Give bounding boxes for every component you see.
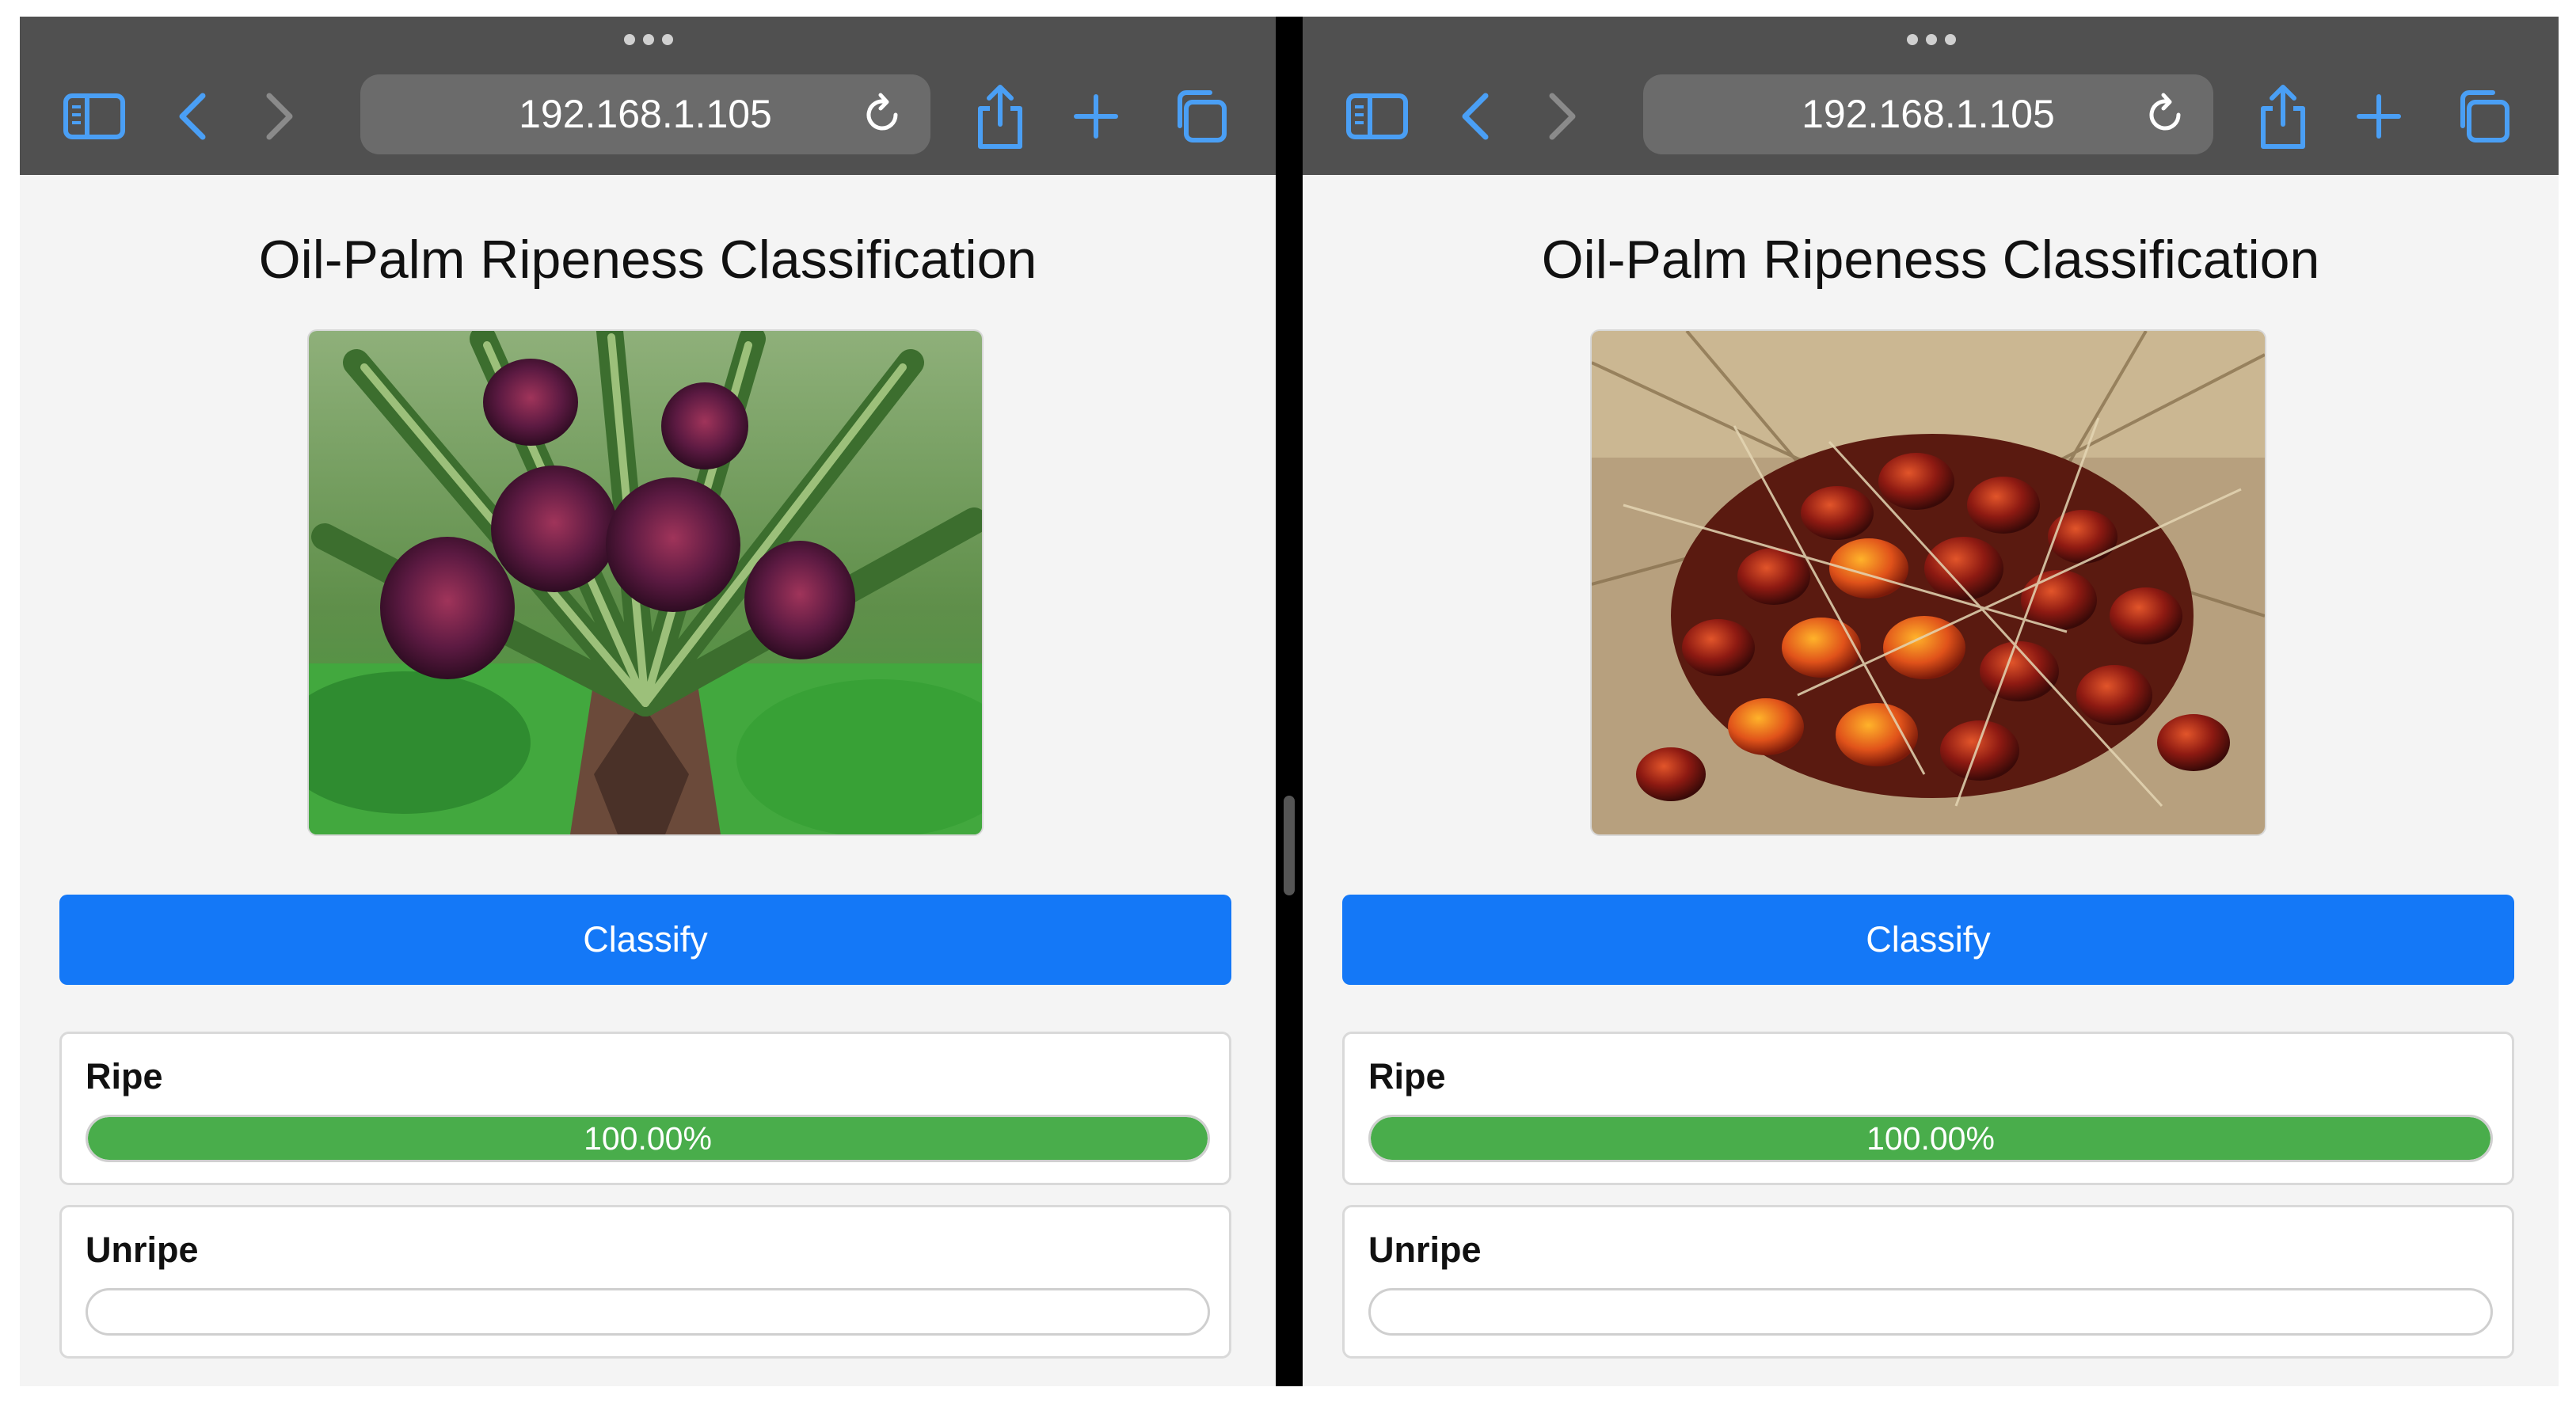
sidebar-icon[interactable] [63, 93, 125, 139]
progress-bar [1368, 1288, 2493, 1336]
progress-percent [88, 1290, 1208, 1333]
result-label: Unripe [86, 1229, 199, 1270]
share-icon[interactable] [2257, 83, 2309, 151]
more-dots-icon[interactable] [624, 32, 673, 48]
result-label: Unripe [1368, 1229, 1482, 1270]
browser-pane-right: 192.168.1.105 Oil-Palm Ripeness Classifi… [1303, 17, 2559, 1386]
progress-percent: 100.00% [1866, 1120, 1995, 1157]
forward-chevron-icon[interactable] [1544, 91, 1581, 142]
progress-bar: 100.00% [86, 1115, 1210, 1162]
page-title: Oil-Palm Ripeness Classification [258, 230, 1037, 290]
tabs-overview-icon[interactable] [1172, 88, 1227, 143]
sidebar-icon[interactable] [1346, 93, 1408, 139]
uploaded-photo [307, 329, 984, 836]
classify-button[interactable]: Classify [1342, 895, 2514, 985]
new-tab-plus-icon[interactable] [1073, 93, 1119, 139]
browser-toolbar: 192.168.1.105 [20, 17, 1276, 175]
new-tab-plus-icon[interactable] [2356, 93, 2402, 139]
split-view-divider[interactable] [1276, 17, 1303, 1386]
back-chevron-icon[interactable] [1457, 91, 1493, 142]
address-bar[interactable]: 192.168.1.105 [1643, 74, 2213, 154]
uploaded-photo [1590, 329, 2266, 836]
url-text: 192.168.1.105 [519, 92, 772, 136]
more-dots-icon[interactable] [1907, 32, 1956, 48]
progress-percent [1371, 1290, 2490, 1333]
web-page: Oil-Palm Ripeness Classification Classif… [20, 175, 1276, 1386]
progress-bar: 100.00% [1368, 1115, 2493, 1162]
progress-percent: 100.00% [584, 1120, 712, 1157]
browser-toolbar: 192.168.1.105 [1303, 17, 2559, 175]
split-view-handle[interactable] [1284, 796, 1295, 895]
back-chevron-icon[interactable] [174, 91, 211, 142]
result-card-unripe: Unripe [1342, 1205, 2514, 1359]
address-bar[interactable]: 192.168.1.105 [360, 74, 930, 154]
web-page: Oil-Palm Ripeness Classification Classif… [1303, 175, 2559, 1386]
browser-pane-left: 192.168.1.105 Oil-Palm Ripeness Classifi… [20, 17, 1276, 1386]
result-label: Ripe [1368, 1056, 1446, 1096]
result-card-ripe: Ripe 100.00% [59, 1032, 1231, 1185]
reload-icon[interactable] [2142, 92, 2188, 138]
progress-bar [86, 1288, 1210, 1336]
url-text: 192.168.1.105 [1802, 92, 2055, 136]
forward-chevron-icon[interactable] [261, 91, 298, 142]
tabs-overview-icon[interactable] [2455, 88, 2510, 143]
reload-icon[interactable] [859, 92, 905, 138]
result-label: Ripe [86, 1056, 163, 1096]
page-title: Oil-Palm Ripeness Classification [1541, 230, 2320, 290]
result-card-ripe: Ripe 100.00% [1342, 1032, 2514, 1185]
classify-button[interactable]: Classify [59, 895, 1231, 985]
share-icon[interactable] [974, 83, 1026, 151]
result-card-unripe: Unripe [59, 1205, 1231, 1359]
